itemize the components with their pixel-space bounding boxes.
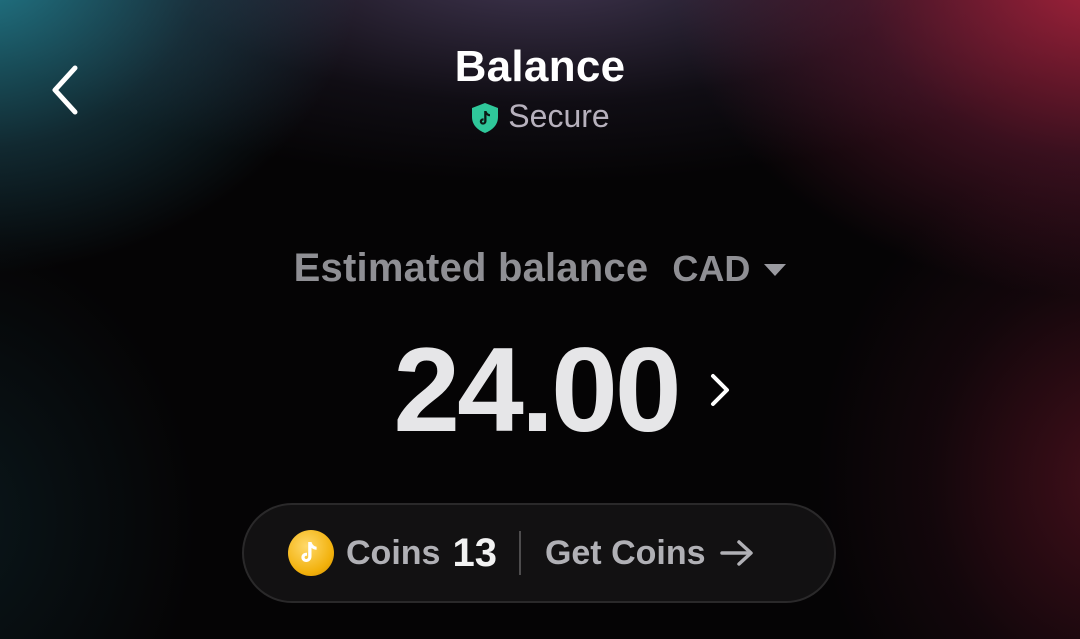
estimated-balance-label: Estimated balance — [293, 246, 649, 290]
coin-icon — [288, 530, 334, 576]
get-coins-label: Get Coins — [544, 533, 706, 572]
secure-indicator: Secure — [0, 98, 1080, 135]
chevron-right-icon — [709, 370, 733, 410]
caret-down-icon — [764, 263, 787, 276]
coins-summary[interactable]: Coins 13 — [244, 505, 497, 601]
currency-label: CAD — [672, 247, 751, 289]
header: Balance Secure — [0, 0, 1080, 160]
coins-label: Coins — [346, 533, 441, 572]
coins-count: 13 — [452, 530, 497, 575]
estimated-balance-row: Estimated balance CAD — [0, 246, 1080, 291]
balance-amount-button[interactable]: 24.00 — [0, 330, 1080, 450]
balance-amount: 24.00 — [393, 323, 681, 457]
currency-selector[interactable]: CAD — [672, 247, 787, 290]
arrow-right-icon — [719, 540, 753, 566]
secure-label: Secure — [508, 98, 610, 134]
divider — [518, 531, 521, 575]
page-title: Balance — [454, 42, 626, 91]
shield-icon — [472, 102, 499, 133]
coins-bar: Coins 13 Get Coins — [242, 503, 836, 603]
get-coins-button[interactable]: Get Coins — [545, 505, 754, 601]
